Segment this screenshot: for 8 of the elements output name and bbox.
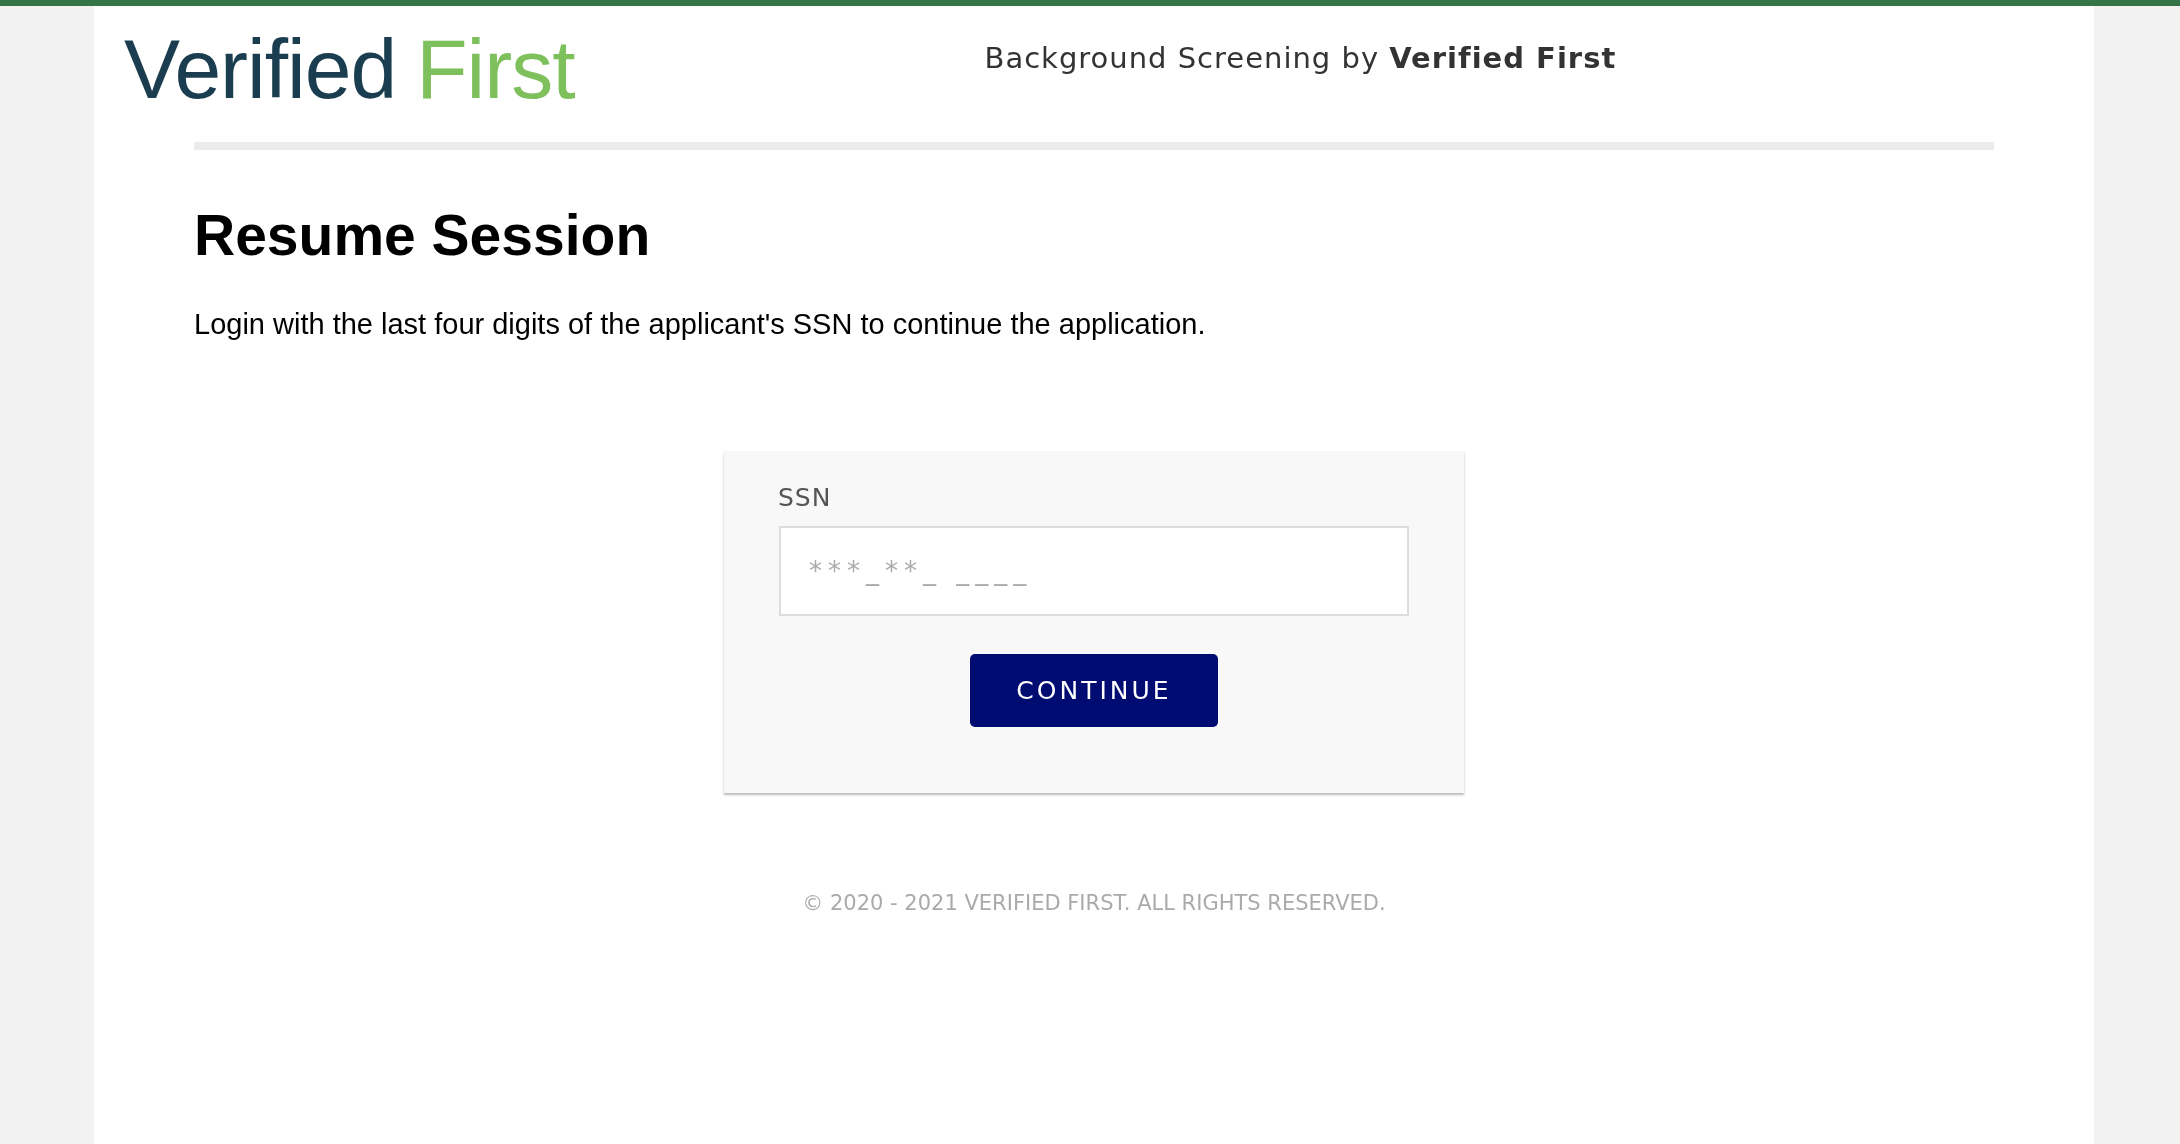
field-label: SSN <box>778 483 832 512</box>
page-title: Resume Session <box>194 202 652 268</box>
ssn-input-field[interactable]: ***_**_ ____ <box>779 526 1409 616</box>
logo: Verified First <box>124 20 575 118</box>
copyright-text: © 2020 - 2021 VERIFIED FIRST. ALL RIGHTS RESERVED. <box>801 891 1387 915</box>
description: Login with the last four digits of the applicant's SSN to continue the application. <box>194 308 1207 341</box>
continue-button[interactable]: CONTINUE <box>970 654 1218 727</box>
tagline: Background Screening by Verified First <box>984 41 1617 75</box>
